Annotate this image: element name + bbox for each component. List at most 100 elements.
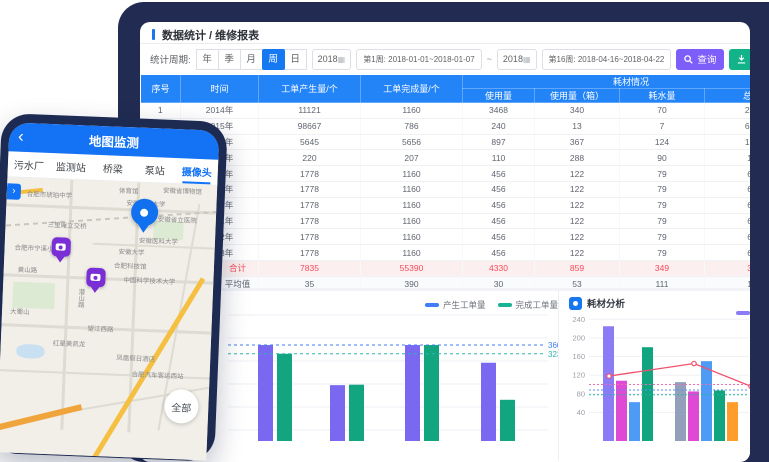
range-separator: ~ <box>487 54 492 64</box>
table-cell: 70 <box>620 103 705 119</box>
column-header: 工单完成量/个 <box>361 75 463 103</box>
pie-chart-icon <box>569 297 582 310</box>
show-all-button[interactable]: 全部 <box>164 389 199 424</box>
table-row: 32016年56455656897367124129 <box>141 134 751 150</box>
map-highway <box>0 404 82 431</box>
period-option-季[interactable]: 季 <box>218 49 241 70</box>
back-icon[interactable]: ‹ <box>18 123 25 150</box>
phone-tab-泵站[interactable]: 泵站 <box>133 156 176 183</box>
svg-text:40: 40 <box>577 408 585 417</box>
table-row: 22015年98667786240137690 <box>141 118 751 134</box>
table-cell: 67 <box>705 245 751 261</box>
table-cell: 67 <box>705 213 751 229</box>
table-cell: 1160 <box>361 197 463 213</box>
sub-column-header: 使用量（箱） <box>535 89 620 103</box>
svg-text:323: 323 <box>548 350 558 359</box>
table-cell: 897 <box>463 134 535 150</box>
chart-title: 耗材分析 <box>569 296 625 310</box>
map-view[interactable]: 合肥市琥珀中学体育馆安徽农业大学安徽省博物馆安徽省立医院三里庵立交桥合肥市宁溪小… <box>0 177 217 460</box>
start-week-value: 第1周: 2018-01-01~2018-01-07 <box>363 54 474 65</box>
table-cell: 340 <box>535 103 620 119</box>
period-option-周[interactable]: 周 <box>262 49 285 70</box>
camera-marker[interactable] <box>49 237 72 266</box>
map-label: 安徽大学 <box>118 246 144 257</box>
table-cell: 2014年 <box>181 103 259 119</box>
export-excel-button[interactable]: 导出Excel <box>729 49 750 70</box>
consumable-chart-panel: 耗材分析 2402001601208040 <box>558 291 750 461</box>
table-cell: 19 <box>705 150 751 166</box>
table-row: 72020年177811604561227967 <box>141 197 751 213</box>
breadcrumb: 数据统计 / 维修报表 <box>140 22 750 44</box>
table-cell: 456 <box>463 213 535 229</box>
table-cell: 859 <box>535 260 620 276</box>
start-year-select[interactable]: 2018 ▦ <box>312 49 352 70</box>
period-option-月[interactable]: 月 <box>240 49 263 70</box>
camera-marker[interactable] <box>84 267 107 296</box>
table-cell: 5656 <box>361 134 463 150</box>
table-cell: 33 <box>705 260 751 276</box>
map-lake <box>16 344 45 359</box>
map-label: 合肥市琥珀中学 <box>27 188 73 200</box>
svg-text:120: 120 <box>572 371 585 380</box>
phone-tab-污水厂[interactable]: 污水厂 <box>7 151 50 178</box>
map-label: 望江西路 <box>87 323 113 334</box>
report-table: 序号时间工单产生量/个工单完成量/个耗材情况使用量使用量（箱）耗水量总量 120… <box>140 74 750 293</box>
query-button[interactable]: 查询 <box>676 49 724 70</box>
table-cell: 124 <box>620 134 705 150</box>
table-cell: 79 <box>620 229 705 245</box>
table-cell: 67 <box>705 197 751 213</box>
period-option-年[interactable]: 年 <box>196 49 219 70</box>
table-cell: 7 <box>620 118 705 134</box>
table-cell: 79 <box>620 213 705 229</box>
table-cell: 1160 <box>361 213 463 229</box>
column-header: 序号 <box>141 75 181 103</box>
period-label: 统计周期: <box>150 52 191 66</box>
consumable-bar-chart: 2402001601208040 <box>559 291 750 441</box>
svg-text:80: 80 <box>577 389 585 398</box>
legend-item[interactable]: 产生工单量 <box>425 299 486 311</box>
map-road <box>60 180 73 430</box>
table-cell: 122 <box>535 229 620 245</box>
table-cell: 67 <box>705 181 751 197</box>
start-year-value: 2018 <box>318 54 338 64</box>
map-label: 合肥汽车客运西站 <box>131 368 183 380</box>
table-cell: 349 <box>620 260 705 276</box>
expand-panel-button[interactable]: › <box>7 183 22 200</box>
table-row: 102023年177811604561227967 <box>141 245 751 261</box>
phone-tab-桥梁[interactable]: 桥梁 <box>91 155 134 182</box>
total-row: 合计783555390433085934933 <box>141 260 751 276</box>
svg-text:360: 360 <box>548 341 558 350</box>
legend-swatch <box>736 311 750 315</box>
table-cell: 1778 <box>259 213 361 229</box>
table-cell: 456 <box>463 245 535 261</box>
start-week-input[interactable]: 第1周: 2018-01-01~2018-01-07 <box>356 49 481 70</box>
end-week-value: 第16周: 2018-04-16~2018-04-22 <box>549 54 665 65</box>
selected-camera-pin[interactable] <box>128 198 160 241</box>
table-cell: 79 <box>620 181 705 197</box>
period-segmented-control: 年季月周日 <box>197 49 307 70</box>
search-icon <box>684 55 693 64</box>
table-cell: 122 <box>535 197 620 213</box>
table-cell: 98667 <box>259 118 361 134</box>
table-cell: 67 <box>705 229 751 245</box>
phone-tab-摄像头[interactable]: 摄像头 <box>175 158 218 185</box>
phone-tab-监测站[interactable]: 监测站 <box>49 153 92 180</box>
table-row: 52018年177811604561227967 <box>141 166 751 182</box>
svg-text:200: 200 <box>572 333 585 342</box>
table-cell: 110 <box>463 150 535 166</box>
table-cell: 456 <box>463 181 535 197</box>
legend-item[interactable]: 完成工单量 <box>498 299 559 311</box>
table-cell: 1160 <box>361 166 463 182</box>
table-cell: 7835 <box>259 260 361 276</box>
phone-mockup: ‹ 地图监测 污水厂监测站桥梁泵站摄像头 合肥市琥珀中学体育馆安徽农业大学安徽省… <box>0 113 228 462</box>
period-option-日[interactable]: 日 <box>284 49 307 70</box>
end-week-input[interactable]: 第16周: 2018-04-16~2018-04-22 <box>542 49 672 70</box>
column-header: 时间 <box>181 75 259 103</box>
table-row: 82021年177811604561227967 <box>141 213 751 229</box>
column-header: 工单产生量/个 <box>259 75 361 103</box>
table-cell: 79 <box>620 245 705 261</box>
map-label: 合肥科技馆 <box>114 260 147 271</box>
table-cell: 129 <box>705 134 751 150</box>
end-year-select[interactable]: 2018 ▦ <box>497 49 537 70</box>
table-row: 92022年177811604561227967 <box>141 229 751 245</box>
